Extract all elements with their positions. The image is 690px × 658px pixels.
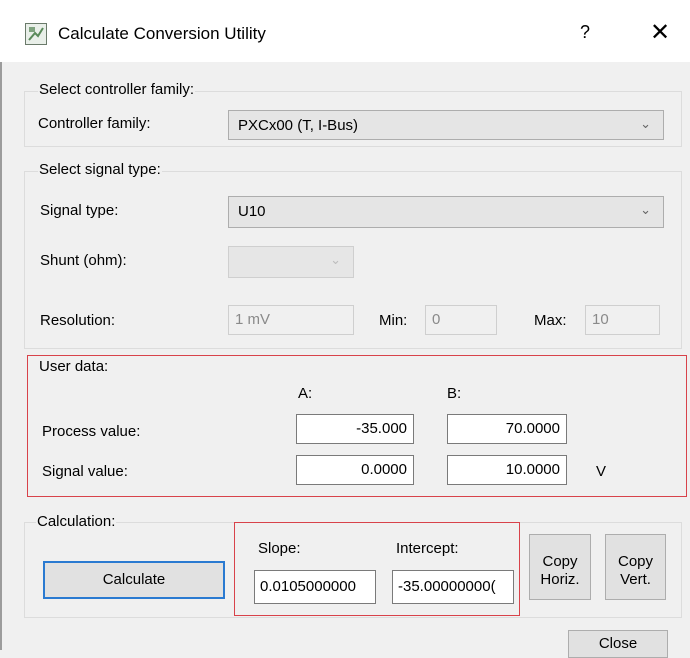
process-value-b-input[interactable]: 70.0000 <box>447 414 567 444</box>
calculation-group-label: Calculation: <box>36 513 117 530</box>
signal-unit-label: V <box>596 463 607 480</box>
copy-horiz-label-line2: Horiz. <box>540 571 580 588</box>
max-label: Max: <box>534 312 567 329</box>
column-a-label: A: <box>298 385 313 402</box>
app-icon <box>25 23 47 45</box>
copy-vert-label-line1: Copy <box>617 553 654 570</box>
resolution-label: Resolution: <box>40 312 116 329</box>
controller-family-dropdown[interactable]: PXCx00 (T, I-Bus) ⌄ <box>228 110 664 140</box>
signal-value-label: Signal value: <box>42 463 128 480</box>
calculate-button[interactable]: Calculate <box>43 561 225 599</box>
chevron-down-icon: ⌄ <box>330 252 341 267</box>
shunt-label: Shunt (ohm): <box>40 252 127 269</box>
copy-vert-button[interactable]: Copy Vert. <box>605 534 666 600</box>
resolution-field: 1 mV <box>228 305 354 335</box>
copy-horiz-button[interactable]: Copy Horiz. <box>529 534 591 600</box>
column-b-label: B: <box>447 385 462 402</box>
copy-vert-label-line2: Vert. <box>620 571 651 588</box>
shunt-dropdown[interactable]: ⌄ <box>228 246 354 278</box>
chevron-down-icon: ⌄ <box>640 116 651 131</box>
window-title: Calculate Conversion Utility <box>58 24 266 43</box>
chevron-down-icon: ⌄ <box>640 202 651 217</box>
user-data-group-label: User data: <box>39 358 109 375</box>
signal-type-value: U10 <box>238 203 266 220</box>
window-border <box>0 62 2 650</box>
controller-family-group-label: Select controller family: <box>38 81 196 98</box>
process-value-label: Process value: <box>42 423 141 440</box>
slope-label: Slope: <box>258 540 301 557</box>
intercept-output[interactable]: -35.00000000( <box>392 570 514 604</box>
max-field: 10 <box>585 305 660 335</box>
min-label: Min: <box>379 312 408 329</box>
signal-type-dropdown[interactable]: U10 ⌄ <box>228 196 664 228</box>
signal-value-a-input[interactable]: 0.0000 <box>296 455 414 485</box>
signal-type-group-label: Select signal type: <box>38 161 162 178</box>
process-value-a-input[interactable]: -35.000 <box>296 414 414 444</box>
signal-value-b-input[interactable]: 10.0000 <box>447 455 567 485</box>
close-button[interactable]: Close <box>568 630 668 658</box>
close-icon[interactable]: ✕ <box>650 18 670 47</box>
signal-type-label: Signal type: <box>40 202 119 219</box>
min-field: 0 <box>425 305 497 335</box>
help-icon[interactable]: ? <box>580 22 590 43</box>
controller-family-label: Controller family: <box>38 115 151 132</box>
intercept-label: Intercept: <box>396 540 459 557</box>
copy-horiz-label-line1: Copy <box>542 553 578 570</box>
slope-output[interactable]: 0.0105000000 <box>254 570 376 604</box>
controller-family-value: PXCx00 (T, I-Bus) <box>238 117 359 134</box>
